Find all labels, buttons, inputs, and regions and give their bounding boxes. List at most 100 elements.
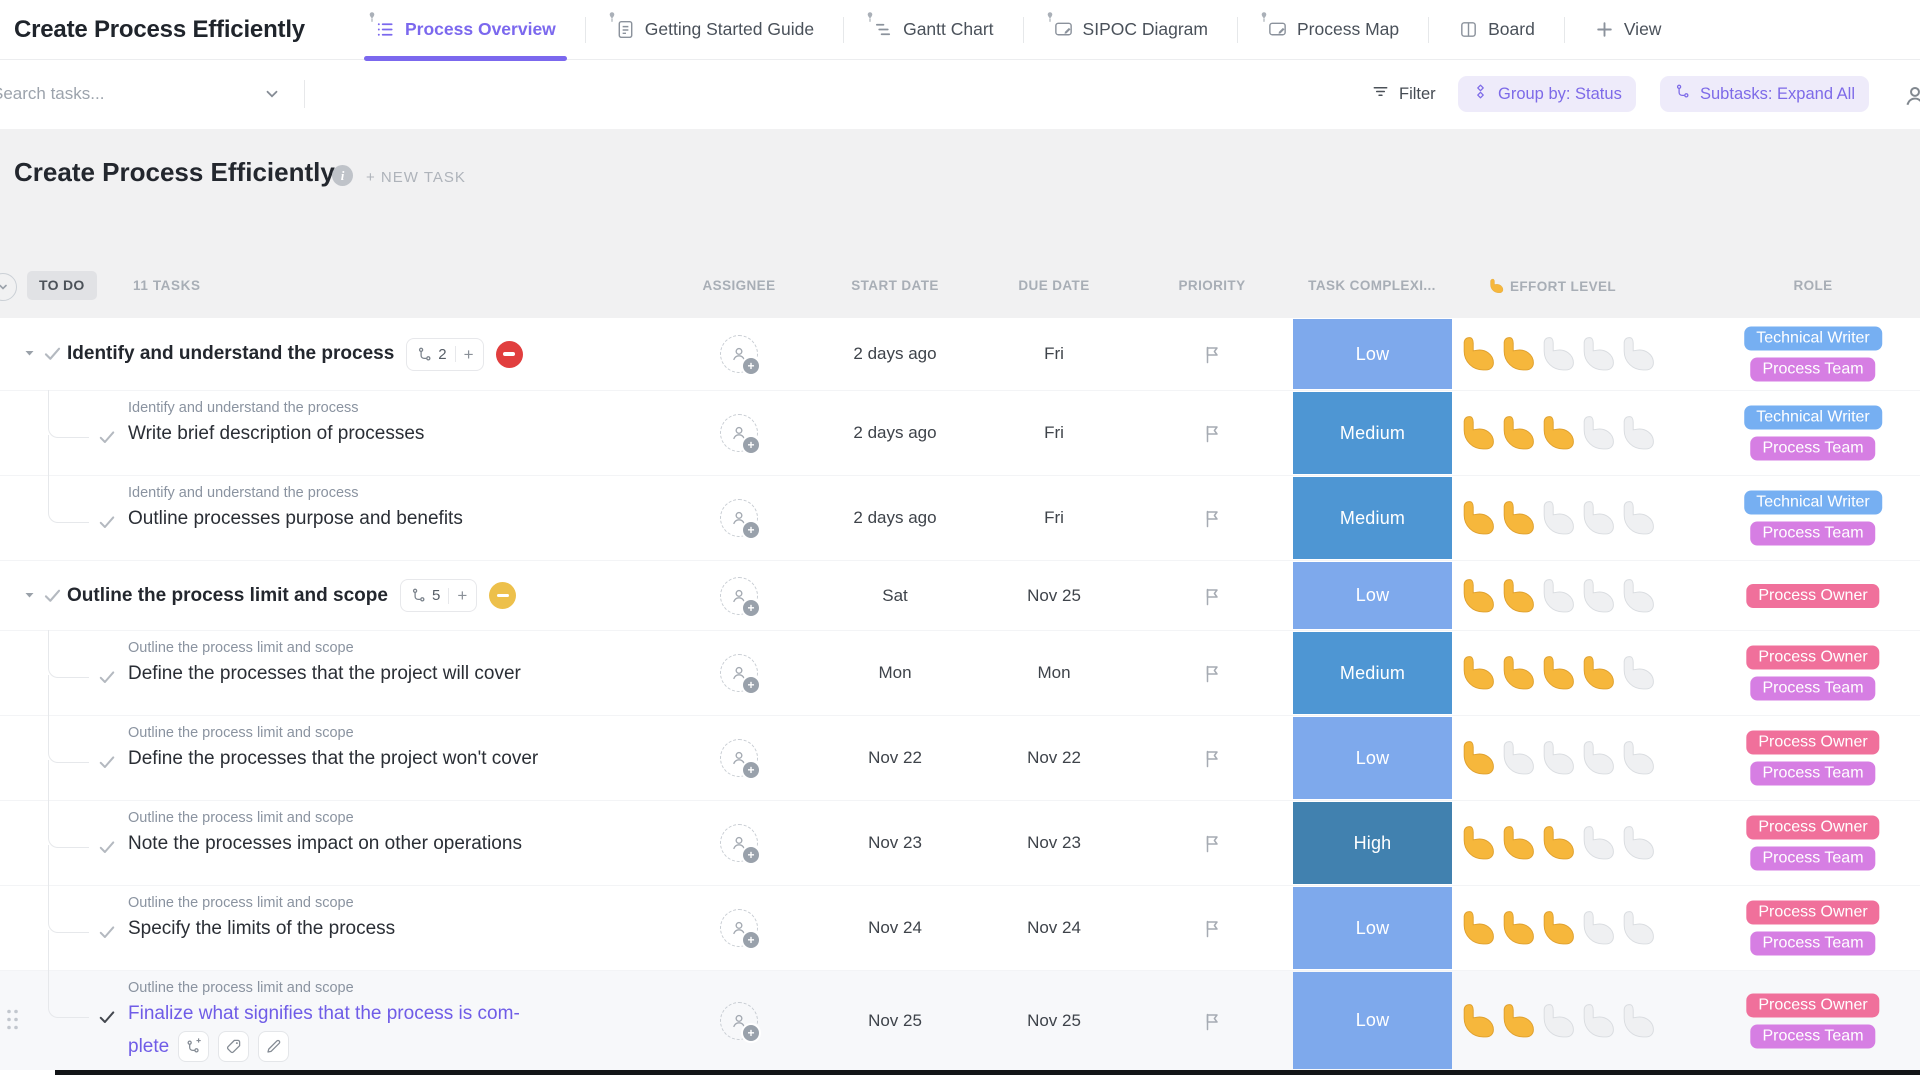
role-badge[interactable]: Process Team [1750,437,1875,461]
checkmark-icon[interactable] [97,667,117,687]
start-date[interactable]: Sat [882,586,908,606]
subtask-row[interactable]: Identify and understand the processOutli… [0,475,1920,560]
priority-flag-icon[interactable] [1201,507,1223,529]
column-header-priority[interactable]: PRIORITY [1179,278,1246,293]
status-dot-icon[interactable] [489,582,516,609]
start-date[interactable]: Nov 23 [868,833,922,853]
add-subtask-icon[interactable]: + [464,346,474,363]
complexity-cell[interactable]: Low [1293,319,1452,389]
task-title[interactable]: Finalize what signifies that the process… [128,1003,520,1025]
task-title[interactable]: Specify the limits of the process [128,918,395,940]
role-badge[interactable]: Process Owner [1746,731,1879,755]
assignee-add-button[interactable]: + [720,909,758,947]
bottom-scroll-edge[interactable] [55,1070,1920,1075]
tab-getting-started-guide[interactable]: Getting Started Guide [586,0,843,59]
role-badge[interactable]: Technical Writer [1744,491,1882,515]
complexity-cell[interactable]: Low [1293,887,1452,969]
checkmark-icon[interactable] [97,1007,117,1027]
task-title[interactable]: Define the processes that the project wo… [128,748,538,770]
task-title[interactable]: Identify and understand the process [67,343,394,365]
chevron-down-icon[interactable] [263,85,281,103]
group-by-button[interactable]: Group by: Status [1458,76,1636,112]
start-date[interactable]: 2 days ago [853,508,936,528]
tag-button[interactable] [218,1031,249,1062]
status-badge[interactable]: TO DO [27,271,97,300]
column-header-start-date[interactable]: START DATE [851,278,939,293]
task-title[interactable]: Note the processes impact on other opera… [128,833,522,855]
parent-task-label[interactable]: Identify and understand the process [128,400,359,416]
due-date[interactable]: Fri [1044,423,1064,443]
tab-sipoc-diagram[interactable]: SIPOC Diagram [1024,0,1237,59]
collapse-group-icon[interactable] [0,273,17,301]
checkmark-icon[interactable] [97,427,117,447]
role-badge[interactable]: Process Owner [1746,646,1879,670]
assignee-add-button[interactable]: + [720,414,758,452]
tab-board[interactable]: Board [1429,0,1564,59]
search-input[interactable]: Search tasks... [0,59,104,129]
role-badge[interactable]: Process Team [1750,762,1875,786]
parent-task-label[interactable]: Outline the process limit and scope [128,980,354,996]
complexity-cell[interactable]: Medium [1293,477,1452,559]
assignee-add-button[interactable]: + [720,335,758,373]
priority-flag-icon[interactable] [1201,832,1223,854]
assignee-add-button[interactable]: + [720,499,758,537]
subtask-row[interactable]: Outline the process limit and scopeDefin… [0,630,1920,715]
column-header-due-date[interactable]: DUE DATE [1018,278,1089,293]
complexity-cell[interactable]: Low [1293,972,1452,1069]
subtask-count-pill[interactable]: 2 + [406,338,483,371]
parent-task-label[interactable]: Outline the process limit and scope [128,725,354,741]
task-row[interactable]: Outline the process limit and scope 5 + … [0,560,1920,630]
column-header-effort-level[interactable]: EFFORT LEVEL [1488,278,1616,294]
due-date[interactable]: Fri [1044,344,1064,364]
start-date[interactable]: Nov 25 [868,1011,922,1031]
subtask-row[interactable]: Identify and understand the process Write… [0,390,1920,475]
subtask-count-pill[interactable]: 5 + [400,579,477,612]
assignee-filter-icon[interactable] [1901,82,1920,110]
parent-task-label[interactable]: Outline the process limit and scope [128,810,354,826]
task-title-line2[interactable]: plete [128,1036,169,1058]
start-date[interactable]: 2 days ago [853,423,936,443]
checkmark-icon[interactable] [97,752,117,772]
role-badge[interactable]: Process Team [1750,847,1875,871]
role-badge[interactable]: Process Team [1750,358,1875,382]
checkmark-icon[interactable] [97,512,117,532]
column-header-role[interactable]: ROLE [1793,278,1832,293]
column-header-assignee[interactable]: ASSIGNEE [703,278,776,293]
role-badge[interactable]: Process Owner [1746,993,1879,1017]
parent-task-label[interactable]: Outline the process limit and scope [128,895,354,911]
priority-flag-icon[interactable] [1201,917,1223,939]
new-task-button[interactable]: + NEW TASK [366,169,466,186]
assignee-add-button[interactable]: + [720,654,758,692]
priority-flag-icon[interactable] [1201,343,1223,365]
role-badge[interactable]: Process Team [1750,932,1875,956]
start-date[interactable]: Mon [878,663,911,683]
due-date[interactable]: Mon [1037,663,1070,683]
checkmark-icon[interactable] [42,585,63,606]
subtasks-button[interactable]: Subtasks: Expand All [1660,76,1869,112]
role-badge[interactable]: Process Owner [1746,901,1879,925]
column-header-task-complexi[interactable]: TASK COMPLEXI... [1308,278,1436,293]
parent-task-label[interactable]: Identify and understand the process [128,485,359,501]
tab-view[interactable]: View [1565,0,1691,59]
subtask-row[interactable]: Outline the process limit and scope Defin… [0,715,1920,800]
priority-flag-icon[interactable] [1201,585,1223,607]
complexity-cell[interactable]: Medium [1293,632,1452,714]
complexity-cell[interactable]: High [1293,802,1452,884]
assignee-add-button[interactable]: + [720,824,758,862]
due-date[interactable]: Fri [1044,508,1064,528]
start-date[interactable]: 2 days ago [853,344,936,364]
role-badge[interactable]: Process Owner [1746,816,1879,840]
checkmark-icon[interactable] [97,922,117,942]
task-title[interactable]: Write brief description of processes [128,423,424,445]
subtask-row[interactable]: Outline the process limit and scope Final… [0,970,1920,1070]
assignee-add-button[interactable]: + [720,577,758,615]
assignee-add-button[interactable]: + [720,739,758,777]
due-date[interactable]: Nov 24 [1027,918,1081,938]
edit-button[interactable] [258,1031,289,1062]
tab-gantt-chart[interactable]: Gantt Chart [844,0,1022,59]
role-badge[interactable]: Technical Writer [1744,327,1882,351]
due-date[interactable]: Nov 25 [1027,586,1081,606]
due-date[interactable]: Nov 22 [1027,748,1081,768]
role-badge[interactable]: Process Team [1750,677,1875,701]
drag-handle-icon[interactable] [5,1008,20,1036]
